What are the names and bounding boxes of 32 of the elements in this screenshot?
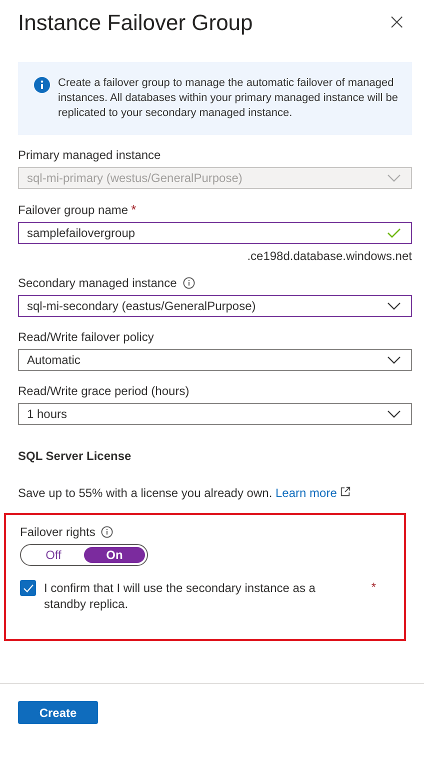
- required-mark: *: [371, 580, 376, 594]
- section-heading: SQL Server License: [18, 449, 132, 463]
- license-text: Save up to 55% with a license you already own.: [18, 486, 272, 500]
- field-label: Read/Write grace period (hours): [18, 384, 190, 398]
- field-label: Failover group name: [18, 202, 128, 216]
- checkbox-label: I confirm that I will use the secondary instance as a standby replica.: [44, 580, 316, 612]
- info-text: Create a failover group to manage the automatic failover of managed instances. All databases within your primary managed instance will be replicated to your secondary managed instance.: [58, 76, 398, 121]
- learn-more-link[interactable]: Learn more: [276, 486, 337, 500]
- info-icon: [101, 526, 114, 538]
- chevron-down-icon: [387, 356, 401, 364]
- dropdown-field[interactable]: 1 hours: [18, 403, 412, 425]
- panel-title: Instance Failover Group: [18, 10, 253, 36]
- required-mark: *: [131, 202, 136, 217]
- toggle-option[interactable]: On: [84, 547, 145, 563]
- input-field[interactable]: samplefailovergroup: [18, 222, 412, 244]
- field-label: Primary managed instance: [18, 148, 161, 162]
- field-label: Failover rights: [20, 525, 96, 539]
- external-link-icon: [340, 486, 352, 497]
- checkbox[interactable]: [20, 580, 36, 596]
- field-label: Secondary managed instance: [18, 276, 177, 290]
- checkmark-icon: [22, 584, 34, 592]
- info-icon: [34, 77, 50, 93]
- chevron-down-icon: [387, 410, 401, 418]
- dropdown-field[interactable]: Automatic: [18, 349, 412, 371]
- chevron-down-icon: [387, 302, 401, 310]
- domain-suffix: .ce198d.database.windows.net: [246, 249, 412, 263]
- create-button[interactable]: Create: [18, 701, 98, 724]
- toggle-option[interactable]: Off: [23, 547, 84, 563]
- dropdown-field[interactable]: sql-mi-secondary (eastus/GeneralPurpose): [18, 295, 412, 317]
- close-button[interactable]: ×: [388, 12, 406, 34]
- field-label: Read/Write failover policy: [18, 330, 154, 344]
- chevron-down-icon: [387, 174, 401, 182]
